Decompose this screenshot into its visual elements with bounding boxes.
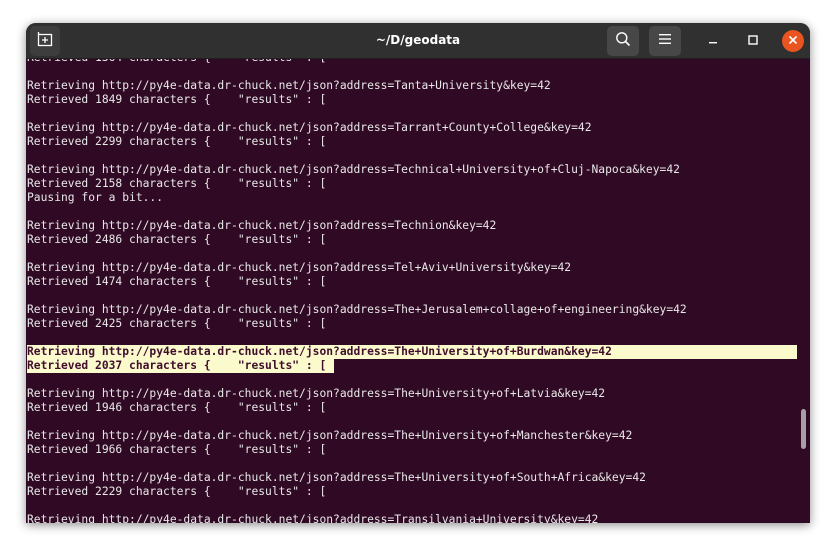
terminal-line: Retrieved 2158 characters { "results" : … [27, 177, 327, 190]
terminal-lines: Retrieved 1364 characters { "results" : … [27, 59, 797, 523]
terminal-line-selected: Retrieving http://py4e-data.dr-chuck.net… [27, 345, 797, 359]
search-icon [615, 31, 631, 52]
terminal-line-selected: Retrieved 2037 characters { "results" : … [27, 359, 334, 373]
maximize-icon [748, 32, 758, 50]
terminal-line: Retrieved 1966 characters { "results" : … [27, 443, 327, 456]
close-button[interactable] [782, 30, 804, 52]
terminal-line: Retrieving http://py4e-data.dr-chuck.net… [27, 513, 599, 523]
terminal-line: Retrieving http://py4e-data.dr-chuck.net… [27, 261, 572, 274]
new-tab-button[interactable] [30, 26, 60, 56]
hamburger-menu-icon [658, 32, 672, 50]
terminal-line: Retrieved 2486 characters { "results" : … [27, 233, 327, 246]
terminal-line: Retrieving http://py4e-data.dr-chuck.net… [27, 79, 551, 92]
terminal-line: Retrieving http://py4e-data.dr-chuck.net… [27, 163, 680, 176]
terminal-line: Retrieved 1474 characters { "results" : … [27, 275, 327, 288]
terminal-line: Retrieving http://py4e-data.dr-chuck.net… [27, 219, 497, 232]
minimize-icon [708, 32, 718, 50]
terminal-line: Retrieving http://py4e-data.dr-chuck.net… [27, 121, 592, 134]
terminal-line: Retrieving http://py4e-data.dr-chuck.net… [27, 429, 633, 442]
terminal-line: Retrieving http://py4e-data.dr-chuck.net… [27, 303, 687, 316]
scrollbar-thumb[interactable] [801, 409, 806, 449]
terminal-line: Pausing for a bit... [27, 191, 164, 204]
window-title: ~/D/geodata [375, 33, 461, 47]
terminal-line: Retrieving http://py4e-data.dr-chuck.net… [27, 471, 646, 484]
header-bar: ~/D/geodata [26, 23, 810, 59]
minimize-button[interactable] [698, 26, 728, 56]
terminal-line: Retrieved 2299 characters { "results" : … [27, 135, 327, 148]
menu-button[interactable] [649, 26, 681, 56]
terminal-line: Retrieved 2425 characters { "results" : … [27, 317, 327, 330]
terminal-window: ~/D/geodata Retrieving http://py4e-data.… [26, 23, 810, 523]
terminal-line: Retrieved 1946 characters { "results" : … [27, 401, 327, 414]
terminal-output[interactable]: Retrieved 1364 characters { "results" : … [26, 59, 810, 523]
maximize-button[interactable] [738, 26, 768, 56]
terminal-line: Retrieved 2229 characters { "results" : … [27, 485, 327, 498]
terminal-line: Retrieving http://py4e-data.dr-chuck.net… [27, 387, 606, 400]
close-icon [788, 32, 798, 50]
new-tab-icon [37, 31, 53, 52]
search-button[interactable] [607, 26, 639, 56]
terminal-line: Retrieved 1849 characters { "results" : … [27, 93, 327, 106]
